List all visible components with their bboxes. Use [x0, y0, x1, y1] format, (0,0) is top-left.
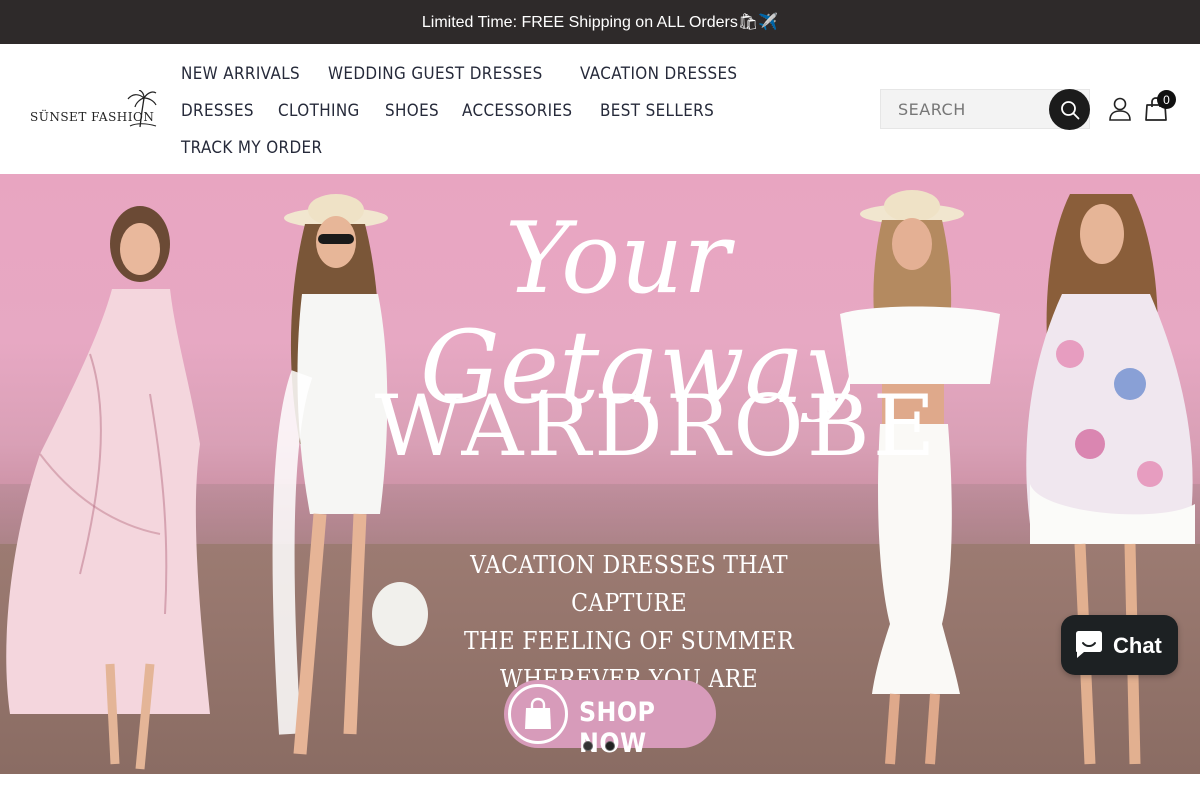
shop-now-button[interactable]: SHOP NOW — [504, 680, 716, 759]
tagline-line-1: VACATION DRESSES THAT CAPTURE — [470, 551, 788, 617]
announcement-text: Limited Time: FREE Shipping on ALL Order… — [421, 14, 779, 31]
nav-accessories[interactable]: ACCESSORIES — [462, 101, 572, 120]
slider-dot-2[interactable] — [605, 741, 615, 751]
user-icon — [1109, 97, 1131, 121]
nav-dresses[interactable]: DRESSES — [181, 101, 254, 120]
brand-logo[interactable]: SÜNSET FASHION — [28, 90, 160, 130]
logo-text: SÜNSET FASHION — [30, 110, 155, 124]
chat-widget-button[interactable]: Chat — [1061, 615, 1178, 675]
nav-row: TRACK MY ORDER — [181, 129, 741, 166]
shopping-bag-icon — [525, 697, 551, 729]
cart-count-badge: 0 — [1157, 90, 1176, 109]
model-floral-shirt-dress — [1026, 194, 1195, 765]
hero-banner[interactable]: Your Getaway WARDROBE VACATION DRESSES T… — [0, 174, 1200, 774]
nav-row: NEW ARRIVALS WEDDING GUEST DRESSES VACAT… — [181, 55, 741, 92]
nav-new-arrivals[interactable]: NEW ARRIVALS — [181, 64, 300, 83]
shop-circle — [508, 684, 568, 744]
slider-dot-1[interactable] — [583, 741, 593, 751]
script-line-1: Your — [505, 202, 735, 316]
model-white-crop-set — [840, 190, 1000, 765]
chat-bubble-icon — [1076, 631, 1102, 658]
nav-best-sellers[interactable]: BEST SELLERS — [600, 101, 714, 120]
search-box — [880, 89, 1090, 130]
search-input[interactable] — [881, 90, 1051, 128]
account-button[interactable] — [1108, 96, 1132, 122]
tagline-line-2: THE FEELING OF SUMMER — [464, 627, 794, 655]
slider-dots — [583, 741, 615, 751]
main-nav: NEW ARRIVALS WEDDING GUEST DRESSES VACAT… — [181, 55, 741, 166]
hero-title: WARDROBE — [374, 377, 939, 475]
hero-tagline: VACATION DRESSES THAT CAPTURE THE FEELIN… — [418, 546, 839, 698]
nav-vacation-dresses[interactable]: VACATION DRESSES — [580, 64, 737, 83]
nav-clothing[interactable]: CLOTHING — [278, 101, 360, 120]
nav-shoes[interactable]: SHOES — [385, 101, 439, 120]
nav-row: DRESSES CLOTHING SHOES ACCESSORIES BEST … — [181, 92, 741, 129]
site-header: SÜNSET FASHION NEW ARRIVALS WEDDING GUES… — [0, 44, 1200, 174]
search-icon — [1060, 100, 1079, 119]
search-button[interactable] — [1049, 89, 1090, 130]
chat-label: Chat — [1113, 633, 1162, 658]
model-pink-floral-dress — [6, 206, 210, 770]
announcement-bar: Limited Time: FREE Shipping on ALL Order… — [0, 0, 1200, 44]
nav-track-my-order[interactable]: TRACK MY ORDER — [181, 138, 322, 157]
nav-wedding-guest-dresses[interactable]: WEDDING GUEST DRESSES — [328, 64, 543, 83]
